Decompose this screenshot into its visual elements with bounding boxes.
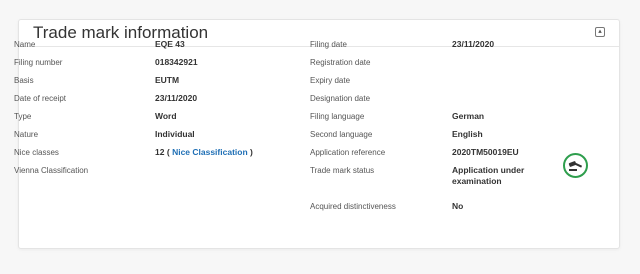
trade-mark-status-value: Application under examination [452,165,524,187]
filing-number-value: 018342921 [155,57,198,67]
nice-close-paren: ) [250,147,253,157]
second-language-label: Second language [310,130,373,139]
second-language-value: English [452,129,483,139]
vienna-classification-row: Vienna Classification [14,166,304,184]
type-row: Type Word [14,111,304,130]
designation-date-label: Designation date [310,94,371,103]
nice-classes-row: Nice classes 12 ( Nice Classification ) [14,147,304,166]
type-label: Type [14,112,32,121]
expiry-date-label: Expiry date [310,76,351,85]
nice-classes-label: Nice classes [14,148,59,157]
date-of-receipt-label: Date of receipt [14,94,67,103]
status-line-1: Application under [452,165,525,175]
nice-classes-value: 12 ( Nice Classification ) [155,147,253,157]
status-line-2: examination [452,176,502,186]
basis-value: EUTM [155,75,180,85]
acquired-distinctiveness-label: Acquired distinctiveness [310,202,396,211]
collapse-icon[interactable]: ▴ [595,27,605,37]
name-row: Name EQE 43 [14,39,304,58]
nice-classes-count: 12 [155,147,165,157]
left-column: Name EQE 43 Filing number 018342921 Basi… [14,39,304,184]
vienna-classification-label: Vienna Classification [14,166,89,175]
filing-date-value: 23/11/2020 [452,39,495,49]
name-label: Name [14,40,36,49]
nice-open-paren: ( [166,147,170,157]
application-reference-row: Application reference 2020TM50019EU [310,147,600,166]
registration-date-row: Registration date [310,58,600,76]
filing-language-row: Filing language German [310,111,600,130]
right-column: Filing date 23/11/2020 Registration date… [310,39,600,220]
filing-number-row: Filing number 018342921 [14,57,304,76]
filing-language-value: German [452,111,485,121]
filing-number-label: Filing number [14,58,63,67]
filing-date-row: Filing date 23/11/2020 [310,39,600,58]
basis-label: Basis [14,76,34,85]
nature-value: Individual [155,129,195,139]
filing-language-label: Filing language [310,112,365,121]
designation-date-row: Designation date [310,94,600,112]
acquired-distinctiveness-value: No [452,201,464,211]
nature-row: Nature Individual [14,129,304,148]
date-of-receipt-row: Date of receipt 23/11/2020 [14,93,304,112]
basis-row: Basis EUTM [14,75,304,94]
acquired-distinctiveness-row: Acquired distinctiveness No [310,201,600,220]
trade-mark-status-label: Trade mark status [310,166,375,175]
nice-classification-link[interactable]: Nice Classification [172,147,248,157]
date-of-receipt-value: 23/11/2020 [155,93,198,103]
application-reference-label: Application reference [310,148,386,157]
expiry-date-row: Expiry date [310,76,600,94]
application-reference-value: 2020TM50019EU [452,147,519,157]
nature-label: Nature [14,130,39,139]
type-value: Word [155,111,177,121]
second-language-row: Second language English [310,129,600,148]
name-value: EQE 43 [155,39,185,49]
trade-mark-status-row: Trade mark status Application under exam… [310,165,600,202]
registration-date-label: Registration date [310,58,371,67]
gavel-icon-graphic [568,161,583,171]
filing-date-label: Filing date [310,40,347,49]
gavel-icon[interactable] [563,153,588,178]
